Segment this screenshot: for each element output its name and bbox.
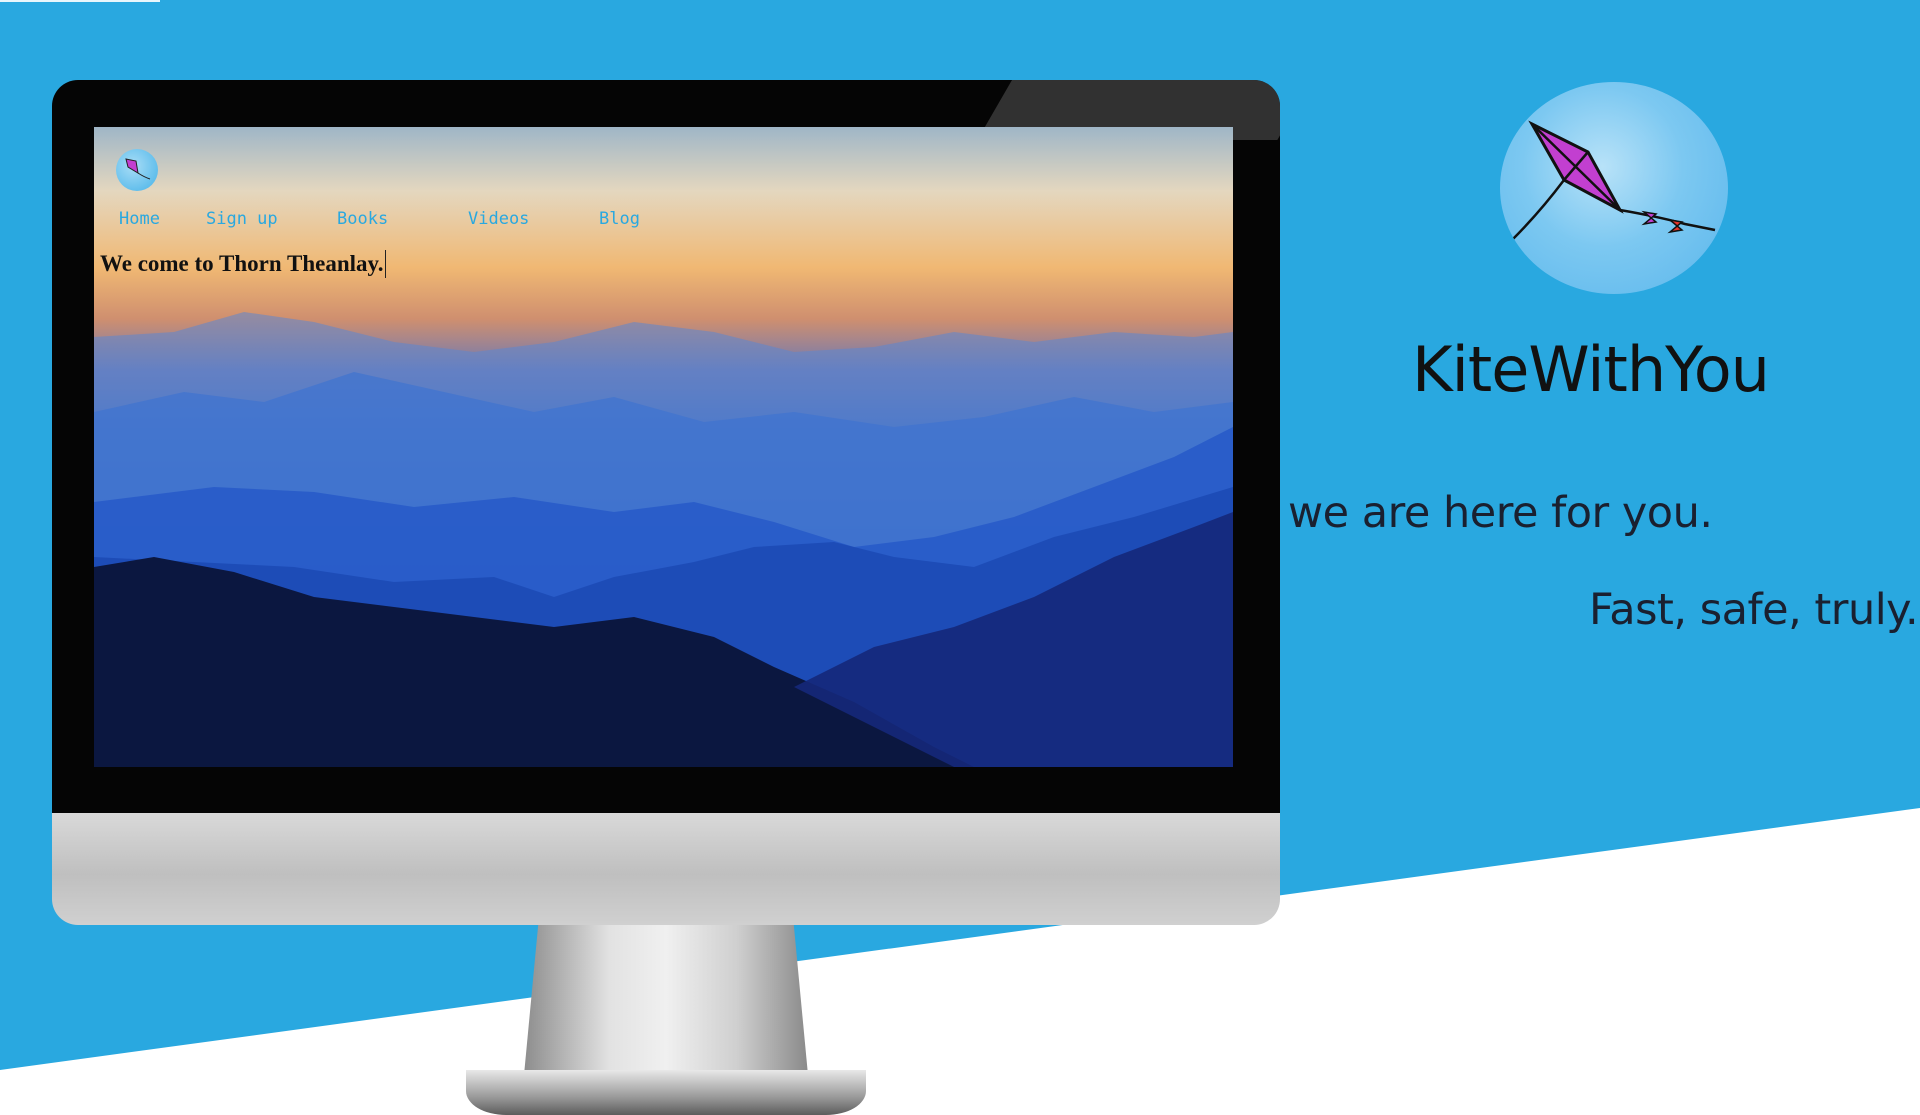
nav-link-videos[interactable]: Videos (468, 209, 529, 229)
nav-link-books[interactable]: Books (337, 209, 388, 229)
monitor-stand-neck (524, 925, 808, 1075)
background-top-line (0, 0, 160, 2)
welcome-heading: We come to Thorn Theanlay. (100, 250, 387, 278)
monitor-stand-base (466, 1070, 866, 1115)
brand-slogan: Fast, safe, truly. (1589, 585, 1919, 635)
website-screen: Home Sign up Books Videos Blog We come t… (94, 127, 1233, 767)
kite-icon (125, 158, 151, 180)
nav-link-sign-up[interactable]: Sign up (206, 209, 278, 229)
nav-link-home[interactable]: Home (119, 209, 160, 229)
nav-link-blog[interactable]: Blog (599, 209, 640, 229)
brand-tagline: we are here for you. (1288, 488, 1713, 538)
brand-logo (1500, 82, 1728, 294)
brand-name: KiteWithYou (1412, 333, 1770, 406)
monitor-chin (52, 813, 1280, 925)
kite-icon (1511, 120, 1716, 241)
site-logo[interactable] (116, 149, 158, 191)
